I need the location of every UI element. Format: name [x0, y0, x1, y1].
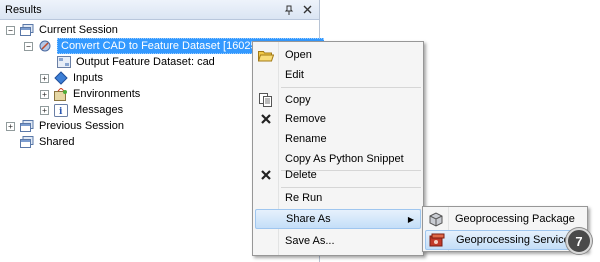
tree-item-output[interactable]: Output Feature Dataset: cad: [56, 54, 215, 70]
tree-item-environments[interactable]: + Environments: [40, 86, 140, 102]
session-icon: [19, 23, 35, 37]
script-tool-icon: [37, 39, 53, 53]
copy-icon: [255, 90, 277, 110]
tree-item-inputs[interactable]: + Inputs: [40, 70, 103, 86]
session-icon: [19, 135, 35, 149]
tree-item-previous-session[interactable]: + Previous Session: [6, 118, 124, 134]
context-menu: Open Edit Copy Remove Rename Copy As Pyt…: [252, 41, 424, 256]
expand-icon[interactable]: +: [40, 105, 49, 115]
menu-item-share-as[interactable]: Share As ▶: [255, 209, 421, 229]
diamond-icon: [53, 71, 69, 85]
expand-icon[interactable]: +: [6, 121, 15, 131]
close-icon[interactable]: [300, 3, 314, 17]
environments-icon: [53, 87, 69, 101]
menu-item-rerun[interactable]: Re Run: [255, 188, 421, 208]
folder-open-icon: [255, 45, 277, 65]
feature-dataset-icon: [56, 55, 72, 69]
collapse-icon[interactable]: −: [24, 41, 33, 51]
menu-item-edit[interactable]: Edit: [255, 65, 421, 85]
expand-icon[interactable]: +: [40, 89, 49, 99]
delete-x-icon: [255, 165, 277, 185]
menu-item-rename[interactable]: Rename: [255, 129, 421, 149]
share-as-submenu: Geoprocessing Package Geoprocessing Serv…: [422, 206, 588, 252]
menu-item-save-as[interactable]: Save As...: [255, 231, 421, 251]
info-icon: i: [53, 103, 69, 117]
pane-title: Results: [5, 3, 42, 16]
expand-icon[interactable]: +: [40, 73, 49, 83]
menu-item-open[interactable]: Open: [255, 45, 421, 65]
step-badge: 7: [566, 228, 592, 254]
svg-text:i: i: [59, 107, 63, 117]
menu-item-remove[interactable]: Remove: [255, 109, 421, 129]
remove-x-icon: [255, 109, 277, 129]
menu-separator: [281, 87, 421, 88]
collapse-icon[interactable]: −: [6, 25, 15, 35]
session-icon: [19, 119, 35, 133]
tree-item-shared[interactable]: Shared: [19, 134, 74, 150]
tree-item-current-session[interactable]: − Current Session: [6, 22, 118, 38]
menu-item-gp-package[interactable]: Geoprocessing Package: [425, 209, 585, 229]
pane-header: Results: [0, 0, 319, 20]
menu-item-copy[interactable]: Copy: [255, 90, 421, 110]
menu-item-gp-service[interactable]: Geoprocessing Service: [425, 230, 585, 250]
menu-item-delete[interactable]: Delete: [255, 165, 421, 185]
service-icon: [426, 230, 448, 250]
package-icon: [425, 209, 447, 229]
tree-item-messages[interactable]: + i Messages: [40, 102, 123, 118]
pin-icon[interactable]: [282, 3, 296, 17]
submenu-arrow-icon: ▶: [407, 214, 414, 224]
